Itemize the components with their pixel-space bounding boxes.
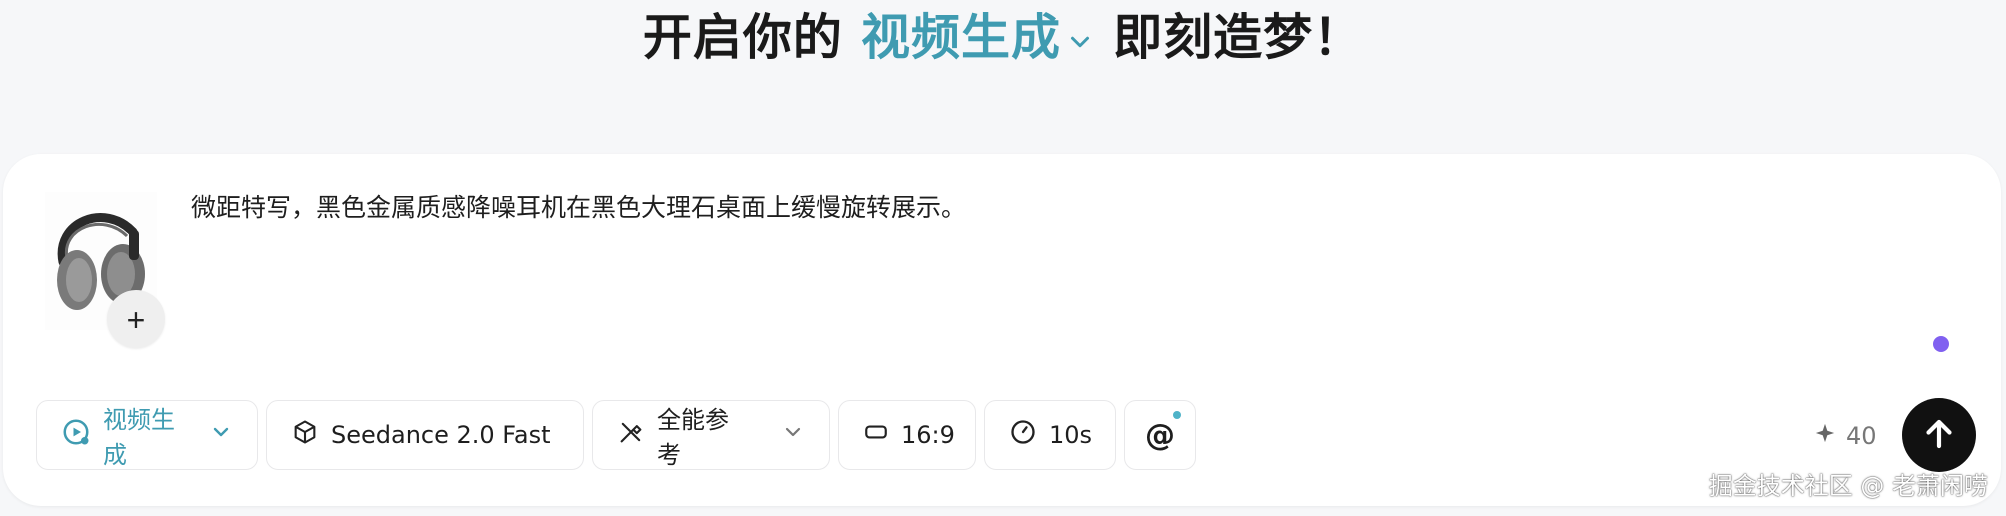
headline-prefix: 开启你的 bbox=[642, 9, 843, 66]
mode-dropdown[interactable]: 视频生成 bbox=[36, 400, 258, 470]
mode-dropdown-label: 视频生成 bbox=[103, 406, 175, 469]
timer-icon bbox=[1009, 418, 1037, 452]
chevron-down-icon bbox=[1065, 9, 1095, 73]
chevron-down-icon bbox=[209, 420, 233, 450]
watermark-text: 掘金技术社区 @ 老萧闲唠 bbox=[1708, 472, 1988, 500]
duration-selector[interactable]: 10s bbox=[984, 400, 1116, 470]
aspect-ratio-icon bbox=[863, 419, 889, 451]
prompt-input[interactable]: 微距特写，黑色金属质感降噪耳机在黑色大理石桌面上缓慢旋转展示。 bbox=[191, 188, 1891, 228]
model-selector[interactable]: Seedance 2.0 Fast bbox=[266, 400, 584, 470]
plus-icon: + bbox=[126, 302, 146, 338]
magic-pen-icon bbox=[617, 418, 645, 452]
sparkle-icon bbox=[1814, 422, 1836, 450]
cube-icon bbox=[291, 418, 319, 452]
reference-mode-label: 全能参考 bbox=[657, 406, 729, 469]
mention-notification-dot bbox=[1173, 411, 1181, 419]
send-button[interactable] bbox=[1902, 398, 1976, 472]
hero-headline: 开启你的 视频生成 即刻造梦！ bbox=[0, 6, 2006, 73]
mention-button[interactable]: @ bbox=[1124, 400, 1196, 470]
video-play-icon bbox=[61, 417, 91, 453]
aspect-ratio-selector[interactable]: 16:9 bbox=[838, 400, 976, 470]
add-reference-button[interactable]: + bbox=[107, 290, 165, 348]
headline-suffix: 即刻造梦！ bbox=[1113, 9, 1364, 66]
duration-label: 10s bbox=[1049, 421, 1093, 449]
model-selector-label: Seedance 2.0 Fast bbox=[331, 421, 551, 449]
aspect-ratio-label: 16:9 bbox=[901, 421, 955, 449]
credits-cost: 40 bbox=[1814, 418, 1877, 454]
reference-mode-dropdown[interactable]: 全能参考 bbox=[592, 400, 830, 470]
arrow-up-icon bbox=[1921, 416, 1957, 455]
status-indicator-dot bbox=[1933, 336, 1949, 352]
credits-value: 40 bbox=[1846, 422, 1877, 450]
at-icon: @ bbox=[1145, 417, 1175, 453]
mode-switcher[interactable]: 视频生成 bbox=[861, 9, 1113, 66]
chevron-down-icon bbox=[781, 420, 805, 450]
prompt-composer: + 微距特写，黑色金属质感降噪耳机在黑色大理石桌面上缓慢旋转展示。 视频生成 S… bbox=[3, 154, 2001, 506]
mode-switcher-label: 视频生成 bbox=[860, 9, 1061, 66]
